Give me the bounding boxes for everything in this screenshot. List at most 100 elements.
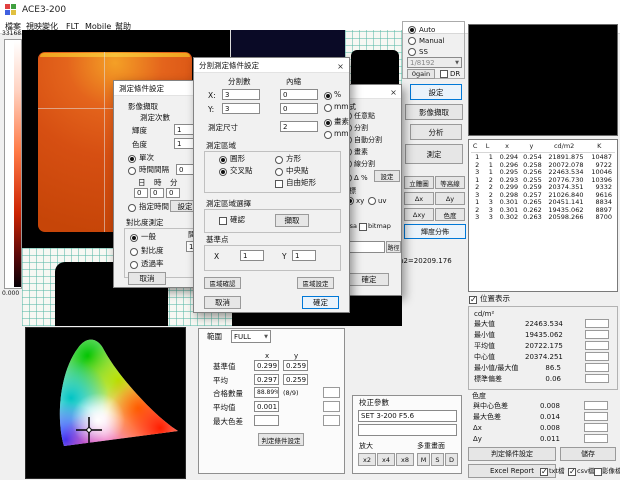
avg-y-field[interactable]: 0.259 [283,374,308,385]
radio-mm-inset[interactable] [324,104,332,112]
area-set-button[interactable]: 區域設定 [297,277,334,289]
x-div-field[interactable]: 3 [222,89,260,100]
base-y-field[interactable]: 1 [292,250,316,261]
chroma-limit-box[interactable] [584,434,608,443]
radio-uv[interactable] [368,197,376,205]
minute-field[interactable]: 0 [166,188,180,198]
stat-limit-box[interactable] [585,352,609,361]
y-inset-field[interactable]: 0 [280,103,318,114]
luminance-dist-button[interactable]: 輝度分佈 [404,224,466,239]
delta-x-button[interactable]: Δx [404,192,434,205]
size-label: 測定尺寸 [208,124,238,133]
close-icon[interactable]: × [387,86,400,98]
cie-diagram-panel[interactable] [25,327,186,479]
multi-s-button[interactable]: S [431,453,444,466]
chroma-limit-box[interactable] [584,412,608,421]
stat-limit-box[interactable] [585,330,609,339]
stat-limit-box[interactable] [585,341,609,350]
measure-cancel-button[interactable]: 取消 [128,272,166,285]
grab-button[interactable]: 擷取 [275,214,309,227]
split-dialog-titlebar[interactable]: 分割測定條件設定 [194,58,349,73]
csv-file-checkbox[interactable] [568,468,576,476]
gain-button[interactable]: 0gain [407,69,435,79]
analyze-button[interactable]: 分析 [410,124,462,140]
path-button[interactable]: 路徑 [386,241,401,253]
chroma-limit-box[interactable] [584,423,608,432]
delta-xy-button[interactable]: Δxy [404,208,434,221]
limit-box[interactable] [323,415,340,426]
chroma-button[interactable]: 色度 [435,208,465,221]
radio-timed[interactable] [128,204,136,212]
txt-file-checkbox[interactable] [540,468,548,476]
measurement-table[interactable]: CLxycd/m2K 110.2940.25421891.87510487 21… [468,139,618,292]
zoom-x4-button[interactable]: x4 [377,453,395,466]
measure-button[interactable]: 測定 [405,144,463,164]
radio-transmit[interactable] [130,261,138,269]
square-label: 方形 [286,155,301,164]
radio-square[interactable] [275,156,283,164]
multi-m-button[interactable]: M [417,453,430,466]
stat-limit-box[interactable] [585,319,609,328]
radio-ss[interactable] [408,48,416,56]
delta-set-button[interactable]: 設定 [374,170,400,182]
app-icon-sq3 [5,10,10,15]
confirm-checkbox[interactable] [219,217,227,225]
dr-checkbox[interactable] [440,70,448,78]
stat-limit-box[interactable] [585,363,609,372]
save-button[interactable]: 儲存 [560,447,616,461]
avg-x-field[interactable]: 0.297 [254,374,279,385]
ref-y-field[interactable]: 0.259 [283,360,308,371]
capture-button[interactable]: 影像擷取 [405,104,463,120]
radio-single[interactable] [128,155,136,163]
ref-x-field[interactable]: 0.299 [254,360,279,371]
size-field[interactable]: 2 [280,121,318,132]
chroma-limit-box[interactable] [584,401,608,410]
radio-interval[interactable] [128,167,136,175]
radio-mm-size[interactable] [324,131,332,139]
close-icon[interactable]: × [334,60,347,72]
split-cancel-button[interactable]: 取消 [204,296,241,309]
calibration-empty-field[interactable] [358,424,457,436]
settings-button[interactable]: 設定 [410,84,462,100]
delta-y-button[interactable]: Δy [435,192,465,205]
radio-circle[interactable] [219,156,227,164]
judge-condition-button-2[interactable]: 判定條件設定 [258,433,304,446]
radio-cross-point[interactable] [219,168,227,176]
limit-box[interactable] [323,401,340,412]
camera-thumbnail[interactable] [468,24,618,136]
x-inset-field[interactable]: 0 [280,89,318,100]
zoom-x8-button[interactable]: x8 [396,453,414,466]
radio-normal[interactable] [130,234,138,242]
radio-percent[interactable] [324,92,332,100]
day-field[interactable]: 0 [134,188,148,198]
judge-condition-button[interactable]: 判定條件設定 [468,447,556,461]
stat-limit-box[interactable] [585,374,609,383]
multi-d-button[interactable]: D [445,453,458,466]
free-rect-checkbox[interactable] [275,180,283,188]
radio-contrast[interactable] [130,248,138,256]
contour-button[interactable]: 等高線 [435,176,465,189]
calibration-set-field[interactable]: SET 3-200 F5.6 [358,410,457,422]
y-div-field[interactable]: 3 [222,103,260,114]
image-file-checkbox[interactable] [594,468,602,476]
limit-box[interactable] [323,387,340,398]
table-row[interactable]: 330.3020.26320598.2668700 [471,213,615,221]
split-ok-button[interactable]: 確定 [302,296,339,309]
range-select[interactable]: FULL ▼ [231,330,271,343]
shutter-select[interactable]: 1/8192 ▼ [407,57,462,68]
x-row-label: X: [208,92,216,101]
radio-center-point[interactable] [275,168,283,176]
base-x-field[interactable]: 1 [240,250,264,261]
title-bar: ACE3-200 [0,0,620,21]
dr-label: DR [450,70,460,78]
radio-pixel-size[interactable] [324,119,332,127]
method-ok-button[interactable]: 確定 [349,273,389,286]
solid-view-button[interactable]: 立體圖 [404,176,434,189]
position-display-checkbox[interactable] [469,296,477,304]
zoom-x2-button[interactable]: x2 [358,453,376,466]
bitmap-checkbox[interactable] [359,223,367,231]
radio-auto[interactable] [408,26,416,34]
radio-manual[interactable] [408,37,416,45]
area-confirm-button[interactable]: 區域確認 [204,277,241,289]
hour-field[interactable]: 0 [150,188,164,198]
